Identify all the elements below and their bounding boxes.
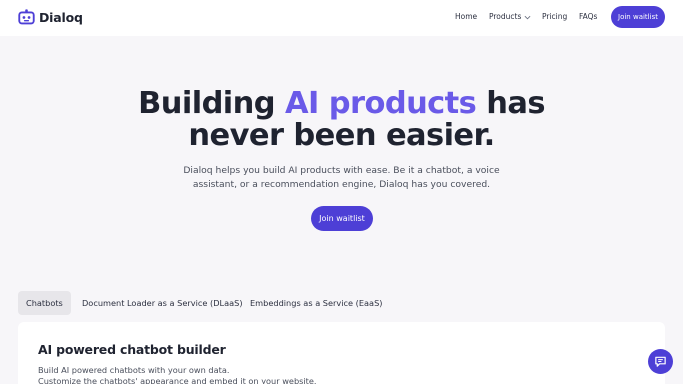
chevron-down-icon — [524, 15, 531, 19]
panel-description-line1: Build AI powered chatbots with your own … — [38, 365, 230, 375]
tab-dlaas[interactable]: Document Loader as a Service (DLaaS) — [74, 291, 251, 315]
nav-link-pricing[interactable]: Pricing — [542, 12, 567, 21]
hero-title-part1: Building — [138, 86, 286, 121]
hero-title: Building AI products has never been easi… — [0, 88, 683, 152]
brand-logo-link[interactable]: Dialoq — [18, 9, 83, 26]
top-nav: Dialoq Home Products Pricing FAQs Join w… — [0, 0, 683, 36]
nav-link-faqs[interactable]: FAQs — [579, 12, 597, 21]
panel-description-line2: Customize the chatbots' appearance and e… — [38, 376, 317, 384]
panel-title: AI powered chatbot builder — [38, 342, 226, 357]
brand-name: Dialoq — [39, 10, 83, 25]
chat-bubble-icon — [655, 356, 666, 367]
hero-title-line2: never been easier. — [188, 118, 495, 153]
tab-eaas[interactable]: Embeddings as a Service (EaaS) — [242, 291, 390, 315]
robot-face-icon — [18, 9, 35, 25]
tab-chatbots[interactable]: Chatbots — [18, 291, 71, 315]
nav-products-label: Products — [489, 12, 522, 21]
nav-join-waitlist-button[interactable]: Join waitlist — [611, 6, 665, 28]
tab-content-panel: AI powered chatbot builder Build AI powe… — [18, 322, 665, 384]
hero-title-part2: has — [476, 86, 545, 121]
hero-join-waitlist-button[interactable]: Join waitlist — [311, 206, 373, 231]
chat-widget-button[interactable] — [648, 349, 673, 374]
nav-link-home[interactable]: Home — [455, 12, 477, 21]
hero-subtitle: Dialoq helps you build AI products with … — [183, 165, 500, 190]
hero-title-accent: AI products — [285, 86, 477, 121]
nav-products-dropdown[interactable]: Products — [489, 12, 531, 21]
